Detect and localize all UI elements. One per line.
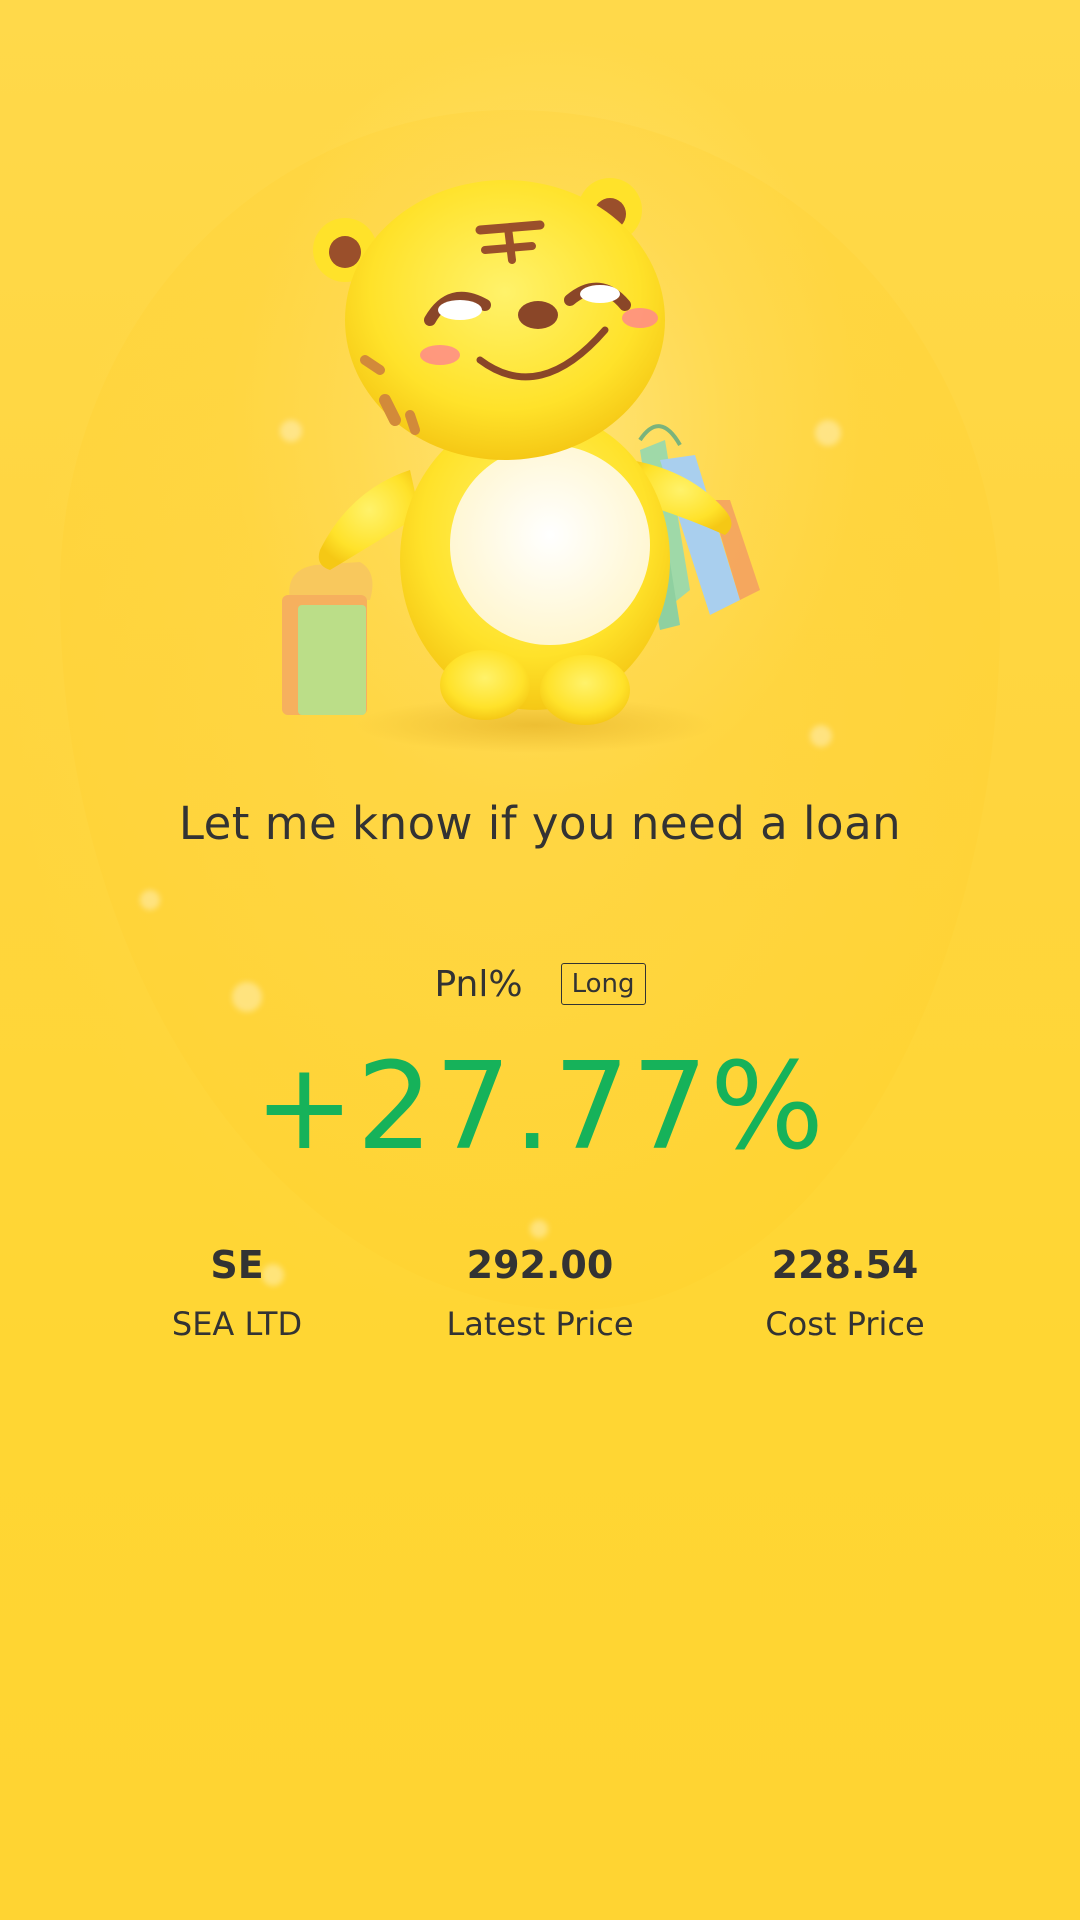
stock-name: SEA LTD xyxy=(171,1305,303,1343)
sparkle xyxy=(815,420,841,446)
sparkle xyxy=(140,890,160,910)
sparkle xyxy=(810,725,832,747)
cost-price-value: 228.54 xyxy=(771,1243,919,1287)
cost-price-label: Cost Price xyxy=(765,1305,925,1343)
stock-symbol: SE xyxy=(210,1243,264,1287)
tiger-mascot-illustration xyxy=(282,178,760,753)
stat-symbol: SE SEA LTD xyxy=(87,1240,387,1344)
left-shopping-bag xyxy=(282,562,373,715)
latest-price-label: Latest Price xyxy=(446,1305,634,1343)
position-type-badge: Long xyxy=(560,963,646,1005)
pnl-label: Pnl% xyxy=(434,963,523,1005)
loan-headline: Let me know if you need a loan xyxy=(178,797,902,850)
pnl-header: Pnl% Long xyxy=(0,963,1080,1005)
latest-price-value: 292.00 xyxy=(466,1243,614,1287)
stat-cost-price: 228.54 Cost Price xyxy=(695,1240,995,1344)
pnl-percentage-value: +27.77% xyxy=(253,1038,827,1177)
stat-latest-price: 292.00 Latest Price xyxy=(390,1240,690,1344)
sparkle xyxy=(530,1220,548,1238)
